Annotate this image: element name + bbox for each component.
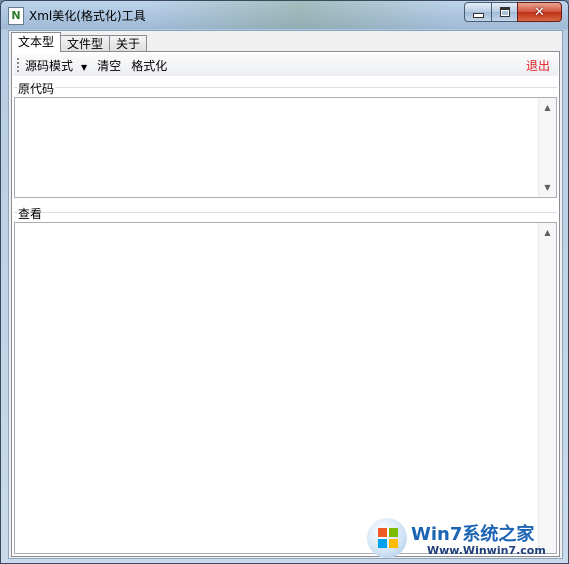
watermark-title: Win7系统之家 xyxy=(411,524,535,545)
windows-logo-icon xyxy=(367,518,407,558)
source-scrollbar[interactable]: ▲ ▼ xyxy=(538,98,556,197)
caption-buttons: ✕ xyxy=(464,2,562,22)
scroll-up-icon[interactable]: ▲ xyxy=(539,228,556,237)
app-icon[interactable]: N xyxy=(8,7,24,25)
view-group-label: 查看 xyxy=(17,205,44,222)
dropdown-arrow-icon: ▼ xyxy=(81,62,88,72)
app-window: N Xml美化(格式化)工具 ✕ 文本型 文件型 关于 源码模式 ▼ 清空 格式… xyxy=(0,0,569,564)
scroll-down-icon[interactable]: ▼ xyxy=(539,183,556,192)
minimize-icon xyxy=(472,13,484,18)
window-title: Xml美化(格式化)工具 xyxy=(29,9,146,23)
close-icon: ✕ xyxy=(534,4,545,20)
close-button[interactable]: ✕ xyxy=(517,2,562,22)
watermark: Win7系统之家 Www.Winwin7.com xyxy=(365,518,565,560)
clear-button[interactable]: 清空 xyxy=(97,57,121,74)
view-group-line xyxy=(14,212,557,213)
exit-button[interactable]: 退出 xyxy=(526,57,550,74)
watermark-url: Www.Winwin7.com xyxy=(427,544,546,557)
format-button[interactable]: 格式化 xyxy=(131,57,167,74)
toolbar-grip-icon[interactable] xyxy=(17,58,19,72)
title-bar[interactable]: N Xml美化(格式化)工具 ✕ xyxy=(1,1,568,29)
view-scrollbar[interactable]: ▲ xyxy=(538,223,556,553)
title-bar-reflection xyxy=(151,1,451,29)
toolbar: 源码模式 ▼ 清空 格式化 退出 xyxy=(13,54,558,76)
scroll-up-icon[interactable]: ▲ xyxy=(539,103,556,112)
source-textarea[interactable]: ▲ ▼ xyxy=(14,97,557,198)
maximize-button[interactable] xyxy=(491,2,518,22)
view-textarea[interactable]: ▲ xyxy=(14,222,557,554)
windows-flag-icon xyxy=(378,528,398,548)
client-area: 文本型 文件型 关于 源码模式 ▼ 清空 格式化 退出 原代码 ▲ ▼ 查看 ▲ xyxy=(8,30,563,559)
source-group-line xyxy=(14,87,557,88)
maximize-icon xyxy=(499,7,510,17)
source-group-label: 原代码 xyxy=(17,80,56,97)
tab-strip: 文本型 文件型 关于 xyxy=(11,32,148,53)
tab-panel-text: 源码模式 ▼ 清空 格式化 退出 原代码 ▲ ▼ 查看 ▲ xyxy=(11,51,560,557)
tab-text-mode[interactable]: 文本型 xyxy=(11,32,62,52)
mode-dropdown-label: 源码模式 xyxy=(25,58,74,73)
minimize-button[interactable] xyxy=(464,2,492,22)
mode-dropdown[interactable]: 源码模式 ▼ xyxy=(25,57,87,74)
